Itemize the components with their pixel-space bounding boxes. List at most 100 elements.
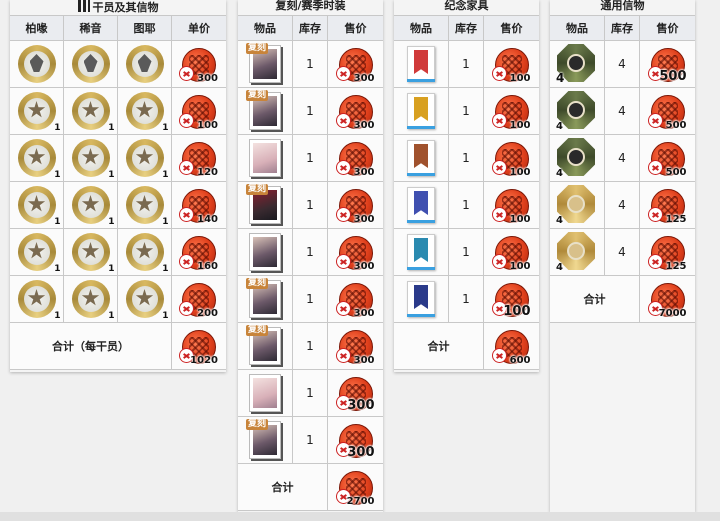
header-tuye: 图耶 <box>118 16 172 40</box>
price-value: 100 <box>503 304 531 319</box>
table-row: 1 100 <box>394 135 539 182</box>
stock-value: 1 <box>462 151 470 165</box>
skins-total-value: 2700 <box>346 496 375 507</box>
operator-token-icon[interactable]: 1 <box>71 185 115 227</box>
table-row: 复刻 1 300 <box>238 276 383 323</box>
price-cell: 100 <box>484 276 539 322</box>
general-total-label: 合计 <box>583 293 606 306</box>
price-cell: 100 <box>484 88 539 134</box>
outfit-icon[interactable]: 复刻 <box>246 325 284 367</box>
skins-title: 复刻/赛季时装 <box>238 0 383 15</box>
outfit-icon[interactable]: 复刻 <box>246 278 284 320</box>
item-cell: 复刻 <box>238 276 293 322</box>
operator-token-icon[interactable] <box>17 44 57 84</box>
table-row: 4 4 125 <box>550 182 695 229</box>
operator-token-icon[interactable]: 1 <box>17 91 61 133</box>
item-count: 4 <box>556 262 563 273</box>
operator-count: 1 <box>162 170 169 180</box>
banner-icon[interactable] <box>405 279 437 319</box>
operator-token-icon[interactable]: 1 <box>17 138 61 180</box>
operator-token-icon[interactable]: 1 <box>125 185 169 227</box>
price-cell: 300 <box>328 41 383 87</box>
general-token-icon[interactable]: 4 <box>556 137 598 179</box>
operator-cell: 1 <box>118 182 172 228</box>
operator-token-icon[interactable]: 1 <box>125 279 169 321</box>
operator-cell <box>118 41 172 87</box>
banner-icon[interactable] <box>405 138 437 178</box>
operator-count: 1 <box>54 264 61 274</box>
currency-token-icon: 300 <box>335 232 376 272</box>
banner-icon[interactable] <box>405 185 437 225</box>
outfit-icon[interactable] <box>246 231 284 273</box>
operator-cell: 1 <box>64 229 118 275</box>
furniture-total-value: 600 <box>509 355 531 366</box>
general-header-row: 物品 库存 售价 <box>550 15 695 41</box>
general-token-icon[interactable]: 4 <box>556 231 598 273</box>
stock-cell: 1 <box>293 229 328 275</box>
stock-value: 1 <box>306 245 314 259</box>
outfit-icon[interactable] <box>246 372 284 414</box>
operator-cell: 1 <box>118 88 172 134</box>
table-row: 复刻 1 300 <box>238 41 383 88</box>
operator-token-icon[interactable]: 1 <box>71 279 115 321</box>
bottom-shade <box>0 512 720 521</box>
general-token-icon[interactable]: 4 <box>556 43 598 85</box>
operators-total-row: 合计（每干员） 1020 <box>10 323 226 370</box>
currency-token-icon: 300 <box>335 44 376 84</box>
item-cell <box>238 135 293 181</box>
item-cell: 复刻 <box>238 182 293 228</box>
operator-token-icon[interactable]: 1 <box>71 91 115 133</box>
general-token-icon[interactable]: 4 <box>556 184 598 226</box>
operator-token-icon[interactable]: 1 <box>125 91 169 133</box>
operator-token-icon[interactable]: 1 <box>125 232 169 274</box>
operator-cell: 1 <box>64 135 118 181</box>
price-value: 500 <box>659 69 687 84</box>
outfit-icon[interactable]: 复刻 <box>246 43 284 85</box>
item-cell: 复刻 <box>238 41 293 87</box>
table-row: 1 300 <box>238 370 383 417</box>
price-value: 100 <box>197 120 218 131</box>
price-cell: 300 <box>328 88 383 134</box>
item-count: 4 <box>556 121 563 132</box>
price-value: 300 <box>197 73 218 84</box>
stock-cell: 4 <box>605 135 640 181</box>
price-value: 300 <box>353 120 375 131</box>
outfit-icon[interactable] <box>246 137 284 179</box>
stock-cell: 1 <box>449 276 484 322</box>
general-rows: 4 4 500 4 4 500 4 4 500 4 4 125 4 4 125 <box>550 41 695 276</box>
currency-token-icon: 300 <box>335 326 376 366</box>
price-value: 200 <box>197 308 218 319</box>
operator-token-icon[interactable] <box>125 44 165 84</box>
operator-token-icon[interactable]: 1 <box>17 279 61 321</box>
operator-token-icon[interactable]: 1 <box>71 232 115 274</box>
outfit-icon[interactable]: 复刻 <box>246 419 284 461</box>
outfit-icon[interactable]: 复刻 <box>246 90 284 132</box>
outfit-icon[interactable]: 复刻 <box>246 184 284 226</box>
operator-token-icon[interactable]: 1 <box>17 185 61 227</box>
price-value: 100 <box>509 167 531 178</box>
item-cell: 4 <box>550 135 605 181</box>
general-token-icon[interactable]: 4 <box>556 90 598 132</box>
banner-icon[interactable] <box>405 44 437 84</box>
operator-token-icon[interactable] <box>71 44 111 84</box>
price-value: 300 <box>353 214 375 225</box>
operator-token-icon[interactable]: 1 <box>17 232 61 274</box>
table-row: 复刻 1 300 <box>238 182 383 229</box>
currency-token-icon: 300 <box>335 91 376 131</box>
banner-icon[interactable] <box>405 232 437 272</box>
operator-count: 1 <box>162 123 169 133</box>
stock-value: 1 <box>306 104 314 118</box>
unit-price-cell: 200 <box>172 276 226 322</box>
table-row: 1 100 <box>394 182 539 229</box>
price-cell: 500 <box>640 135 695 181</box>
stock-cell: 1 <box>293 182 328 228</box>
price-value: 125 <box>665 261 687 272</box>
operator-count: 1 <box>54 217 61 227</box>
operator-token-icon[interactable]: 1 <box>71 138 115 180</box>
operators-total-label: 合计（每干员） <box>52 340 129 353</box>
table-row: 1 1 1 100 <box>10 88 226 135</box>
banner-icon[interactable] <box>405 91 437 131</box>
operator-cell: 1 <box>10 88 64 134</box>
rerun-tag: 复刻 <box>246 419 269 430</box>
operator-token-icon[interactable]: 1 <box>125 138 169 180</box>
